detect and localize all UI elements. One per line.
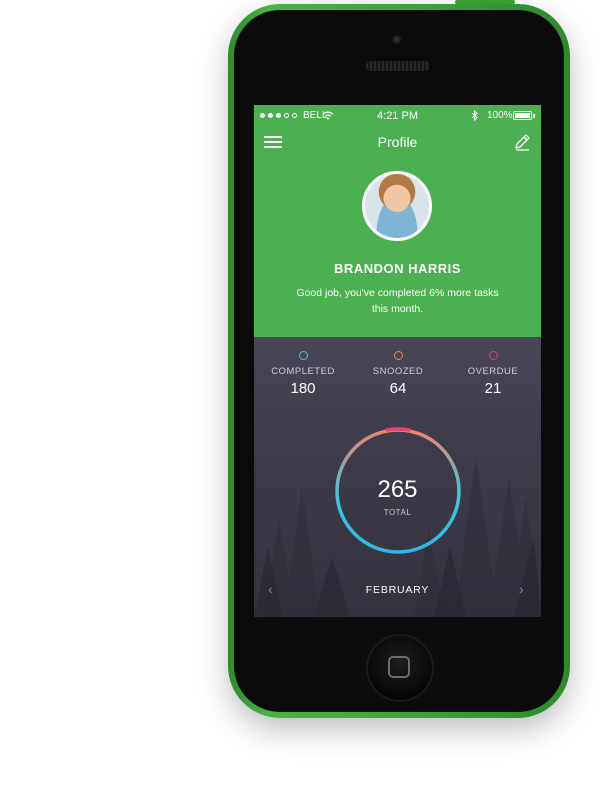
profile-name: BRANDON HARRIS	[334, 261, 461, 276]
home-button-icon	[388, 656, 410, 678]
bluetooth-icon	[471, 110, 478, 121]
stat-completed: COMPLETED 180	[258, 351, 348, 397]
stat-label: OVERDUE	[467, 366, 519, 377]
battery-percent: 100%	[487, 110, 513, 121]
stat-label: COMPLETED	[271, 366, 335, 377]
stat-value: 180	[290, 380, 316, 397]
app-screen: BELL 4:21 PM 100% Profile BRANDON HARRIS…	[254, 105, 541, 617]
overdue-indicator-icon	[488, 351, 498, 360]
month-navigator: ‹ FEBRUARY ›	[254, 581, 541, 601]
stat-value: 64	[389, 380, 407, 397]
profile-message: Good job, you've completed 6% more tasks…	[296, 287, 499, 315]
edit-pencil-icon[interactable]	[512, 132, 532, 152]
stat-overdue: OVERDUE 21	[448, 351, 538, 397]
stat-value: 21	[484, 380, 502, 397]
stat-label: SNOOZED	[372, 366, 424, 377]
total-label: TOTAL	[383, 508, 412, 517]
page-title: Profile	[377, 134, 418, 150]
stat-snoozed: SNOOZED 64	[353, 351, 443, 397]
profile-header: BELL 4:21 PM 100% Profile BRANDON HARRIS…	[254, 105, 541, 337]
avatar[interactable]	[362, 171, 432, 241]
next-month-chevron-icon[interactable]: ›	[519, 581, 524, 597]
nav-bar: Profile	[254, 127, 541, 159]
battery-icon	[513, 111, 532, 120]
speaker-grill	[366, 61, 430, 71]
total-count: 265	[377, 476, 418, 503]
front-camera	[392, 35, 403, 46]
battery-tip	[533, 114, 535, 118]
status-bar: BELL 4:21 PM 100%	[254, 105, 541, 127]
snoozed-indicator-icon	[393, 351, 403, 360]
ring-overdue-arc	[385, 427, 411, 432]
stats-row: COMPLETED 180 SNOOZED 64 OVERDUE 21	[254, 351, 541, 411]
completed-indicator-icon	[298, 351, 308, 360]
stats-panel: COMPLETED 180 SNOOZED 64 OVERDUE 21 265 …	[254, 337, 541, 617]
month-label: FEBRUARY	[365, 584, 430, 596]
